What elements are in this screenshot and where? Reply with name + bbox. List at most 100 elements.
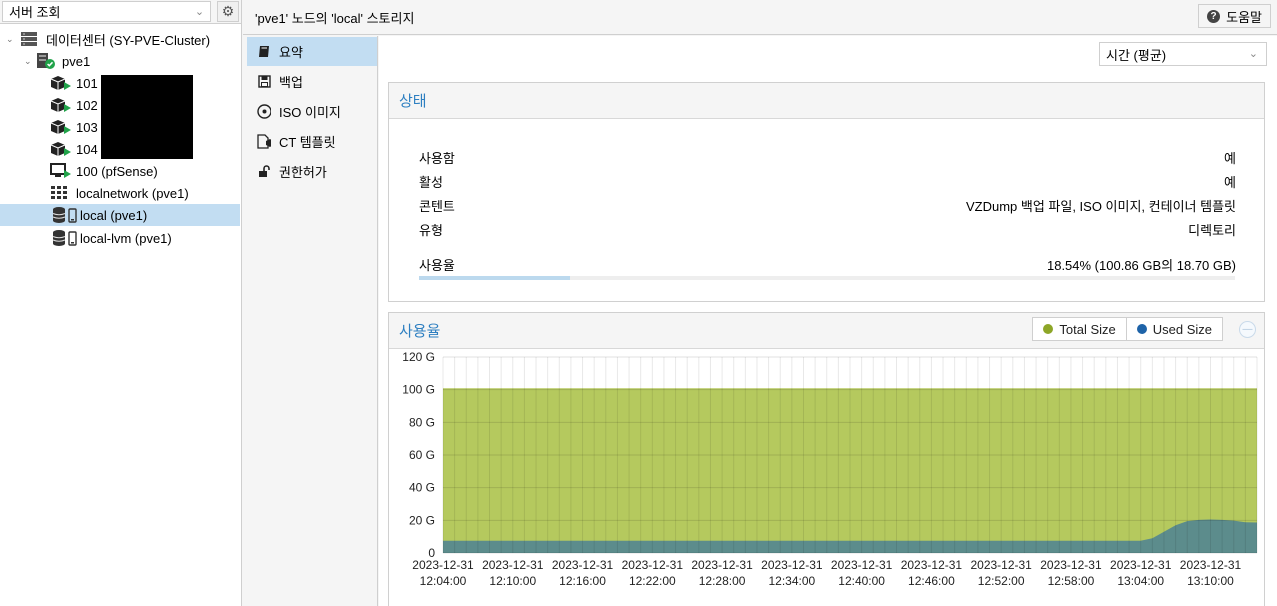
- status-key: 사용함: [419, 150, 455, 166]
- storage-icon: [52, 230, 78, 246]
- status-panel-header: 상태: [389, 83, 1264, 119]
- tree-node-datacenter[interactable]: ⌄ 데이터센터 (SY-PVE-Cluster): [0, 28, 240, 50]
- tree-node-label: 101: [76, 75, 98, 91]
- x-tick-label-date: 2023-12-31: [901, 558, 963, 572]
- nav-item-label: 권한허가: [279, 165, 327, 180]
- help-button[interactable]: ? 도움말: [1198, 4, 1271, 28]
- proxmox-window: 서버 조회 ⌄ ⚙ ⌄ 데이터센터 (SY-PVE-Cluster) ⌄ pve…: [0, 0, 1277, 606]
- status-panel: 상태 사용함 예 활성 예 콘텐트 VZDump 백업 파일, ISO 이미지,…: [388, 82, 1265, 302]
- x-tick-label-time: 12:40:00: [838, 574, 885, 588]
- tree-node-label: local (pve1): [80, 207, 148, 223]
- redaction-box: [101, 75, 193, 159]
- x-tick-label-time: 12:34:00: [768, 574, 815, 588]
- x-tick-label-date: 2023-12-31: [622, 558, 684, 572]
- minus-icon[interactable]: —: [1239, 321, 1256, 338]
- status-value: 예: [1224, 174, 1236, 190]
- usage-panel-title: 사용율: [399, 323, 441, 340]
- usage-area-chart: 020 G40 G60 G80 G100 G120 G2023-12-3112:…: [402, 350, 1258, 588]
- status-row-content: 콘텐트 VZDump 백업 파일, ISO 이미지, 컨테이너 템플릿: [419, 195, 1236, 215]
- y-tick-label: 80 G: [409, 415, 435, 429]
- nav-item-iso-images[interactable]: ISO 이미지: [247, 97, 377, 126]
- x-tick-label-time: 12:58:00: [1048, 574, 1095, 588]
- nav-item-backup[interactable]: 백업: [247, 67, 377, 96]
- tree-node-pve1[interactable]: ⌄ pve1: [0, 50, 240, 72]
- usage-progress-fill: [419, 276, 571, 280]
- x-tick-label-time: 12:10:00: [489, 574, 536, 588]
- status-row-type: 유형 디렉토리: [419, 219, 1236, 239]
- nav-item-label: ISO 이미지: [279, 105, 341, 120]
- y-tick-label: 120 G: [402, 350, 435, 364]
- x-tick-label-time: 13:10:00: [1187, 574, 1234, 588]
- status-panel-title: 상태: [399, 93, 427, 110]
- expander-icon[interactable]: ⌄: [6, 34, 18, 45]
- nav-item-summary[interactable]: 요약: [247, 37, 377, 66]
- expander-icon[interactable]: ⌄: [24, 56, 36, 67]
- storage-nav: 요약 백업 ISO 이미지 CT 템플릿 권한허가: [247, 36, 378, 606]
- view-select-value: 서버 조회: [9, 5, 61, 20]
- view-select[interactable]: 서버 조회 ⌄: [2, 1, 212, 22]
- page-title: 'pve1' 노드의 'local' 스토리지: [255, 10, 415, 26]
- legend-label: Used Size: [1152, 321, 1212, 337]
- network-grid-icon: [51, 186, 69, 200]
- x-tick-label-date: 2023-12-31: [412, 558, 474, 572]
- nav-item-permissions[interactable]: 권한허가: [247, 157, 377, 186]
- tree-node-label: 103: [76, 119, 98, 135]
- y-tick-label: 20 G: [409, 513, 435, 527]
- summary-main: 시간 (평균) ⌄ 상태 사용함 예 활성 예 콘텐트 VZDump 백업 파일…: [379, 36, 1277, 606]
- legend-item-total-size[interactable]: Total Size: [1033, 318, 1125, 340]
- datacenter-icon: [20, 32, 38, 46]
- x-tick-label-date: 2023-12-31: [691, 558, 753, 572]
- floppy-icon: [257, 75, 271, 88]
- status-key: 사용율: [419, 257, 455, 273]
- tree-toolbar: 서버 조회 ⌄ ⚙: [0, 0, 241, 24]
- usage-progress-bar: [419, 276, 1235, 280]
- nav-item-label: 백업: [279, 75, 303, 90]
- tree-node-localnetwork[interactable]: localnetwork (pve1): [0, 182, 240, 204]
- legend-dot: [1043, 324, 1054, 334]
- chevron-down-icon: ⌄: [1248, 48, 1258, 60]
- x-tick-label-time: 12:28:00: [699, 574, 746, 588]
- vm-running-icon: [50, 141, 72, 157]
- tree-node-label: 104: [76, 141, 98, 157]
- gear-icon[interactable]: ⚙: [217, 1, 239, 22]
- x-tick-label-time: 12:22:00: [629, 574, 676, 588]
- tree-node-label: 100 (pfSense): [76, 163, 158, 179]
- vm-running-icon: [50, 75, 72, 91]
- chevron-down-icon: ⌄: [194, 6, 205, 18]
- tree-node-label: 102: [76, 97, 98, 113]
- x-tick-label-time: 12:52:00: [978, 574, 1025, 588]
- disc-icon: [257, 104, 271, 119]
- tree-node-local-lvm[interactable]: local-lvm (pve1): [0, 227, 240, 249]
- status-value: 18.54% (100.86 GB의 18.70 GB): [1046, 257, 1236, 273]
- legend-item-used-size[interactable]: Used Size: [1125, 318, 1222, 340]
- x-tick-label-date: 2023-12-31: [1180, 558, 1242, 572]
- resource-tree-panel: 서버 조회 ⌄ ⚙ ⌄ 데이터센터 (SY-PVE-Cluster) ⌄ pve…: [0, 0, 242, 606]
- x-tick-label-date: 2023-12-31: [1040, 558, 1102, 572]
- node-online-icon: [36, 53, 56, 69]
- x-tick-label-time: 13:04:00: [1117, 574, 1164, 588]
- status-row-usage: 사용율 18.54% (100.86 GB의 18.70 GB): [419, 254, 1236, 274]
- status-row-enabled: 사용함 예: [419, 147, 1236, 167]
- x-tick-label-time: 12:04:00: [420, 574, 467, 588]
- timeframe-select[interactable]: 시간 (평균) ⌄: [1099, 42, 1267, 66]
- vm-running-icon: [50, 97, 72, 113]
- x-tick-label-time: 12:46:00: [908, 574, 955, 588]
- nav-item-ct-templates[interactable]: CT 템플릿: [247, 127, 377, 156]
- x-tick-label-time: 12:16:00: [559, 574, 606, 588]
- y-tick-label: 100 G: [402, 383, 435, 397]
- tree-node-label: localnetwork (pve1): [76, 185, 189, 201]
- usage-chart-panel: 사용율 Total Size Used Size — 0 20 G 40 G 60 G…: [388, 312, 1265, 606]
- file-cube-icon: [257, 134, 271, 149]
- content-titlebar: 'pve1' 노드의 'local' 스토리지 ? 도움말: [243, 0, 1277, 35]
- x-tick-label-date: 2023-12-31: [970, 558, 1032, 572]
- tree-node-vm-100[interactable]: 100 (pfSense): [0, 160, 240, 182]
- tree-node-label: pve1: [62, 53, 91, 69]
- chart-legend: Total Size Used Size: [1032, 317, 1223, 341]
- status-key: 유형: [419, 222, 443, 238]
- status-value: 예: [1224, 150, 1236, 166]
- status-key: 콘텐트: [419, 198, 455, 214]
- status-key: 활성: [419, 174, 443, 190]
- x-tick-label-date: 2023-12-31: [552, 558, 614, 572]
- tree-node-local-storage[interactable]: local (pve1): [0, 204, 240, 226]
- help-button-label: 도움말: [1226, 9, 1262, 25]
